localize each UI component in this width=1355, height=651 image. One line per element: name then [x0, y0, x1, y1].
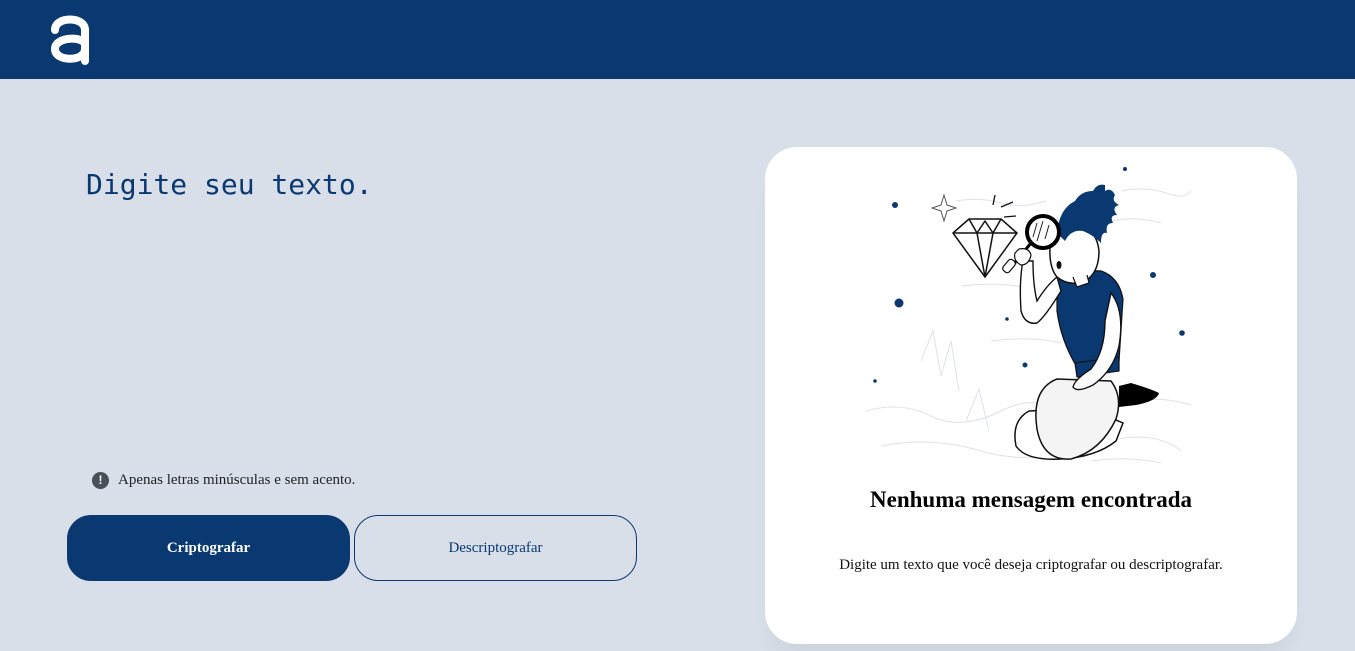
alura-logo-icon[interactable]	[50, 12, 90, 66]
top-header	[0, 0, 1355, 79]
person-with-magnifying-glass-illustration	[865, 167, 1192, 464]
exclamation-circle-icon: !	[92, 471, 109, 489]
input-hint: ! Apenas letras minúsculas e sem acento.	[92, 470, 355, 490]
hint-text: Apenas letras minúsculas e sem acento.	[118, 471, 356, 488]
text-input[interactable]	[66, 150, 686, 440]
output-panel: Nenhuma mensagem encontrada Digite um te…	[765, 147, 1297, 644]
encrypt-button[interactable]: Criptografar	[67, 515, 350, 581]
decrypt-button[interactable]: Descriptografar	[354, 515, 637, 581]
output-title: Nenhuma mensagem encontrada	[870, 487, 1192, 512]
output-description: Digite um texto que você deseja criptogr…	[839, 557, 1223, 573]
